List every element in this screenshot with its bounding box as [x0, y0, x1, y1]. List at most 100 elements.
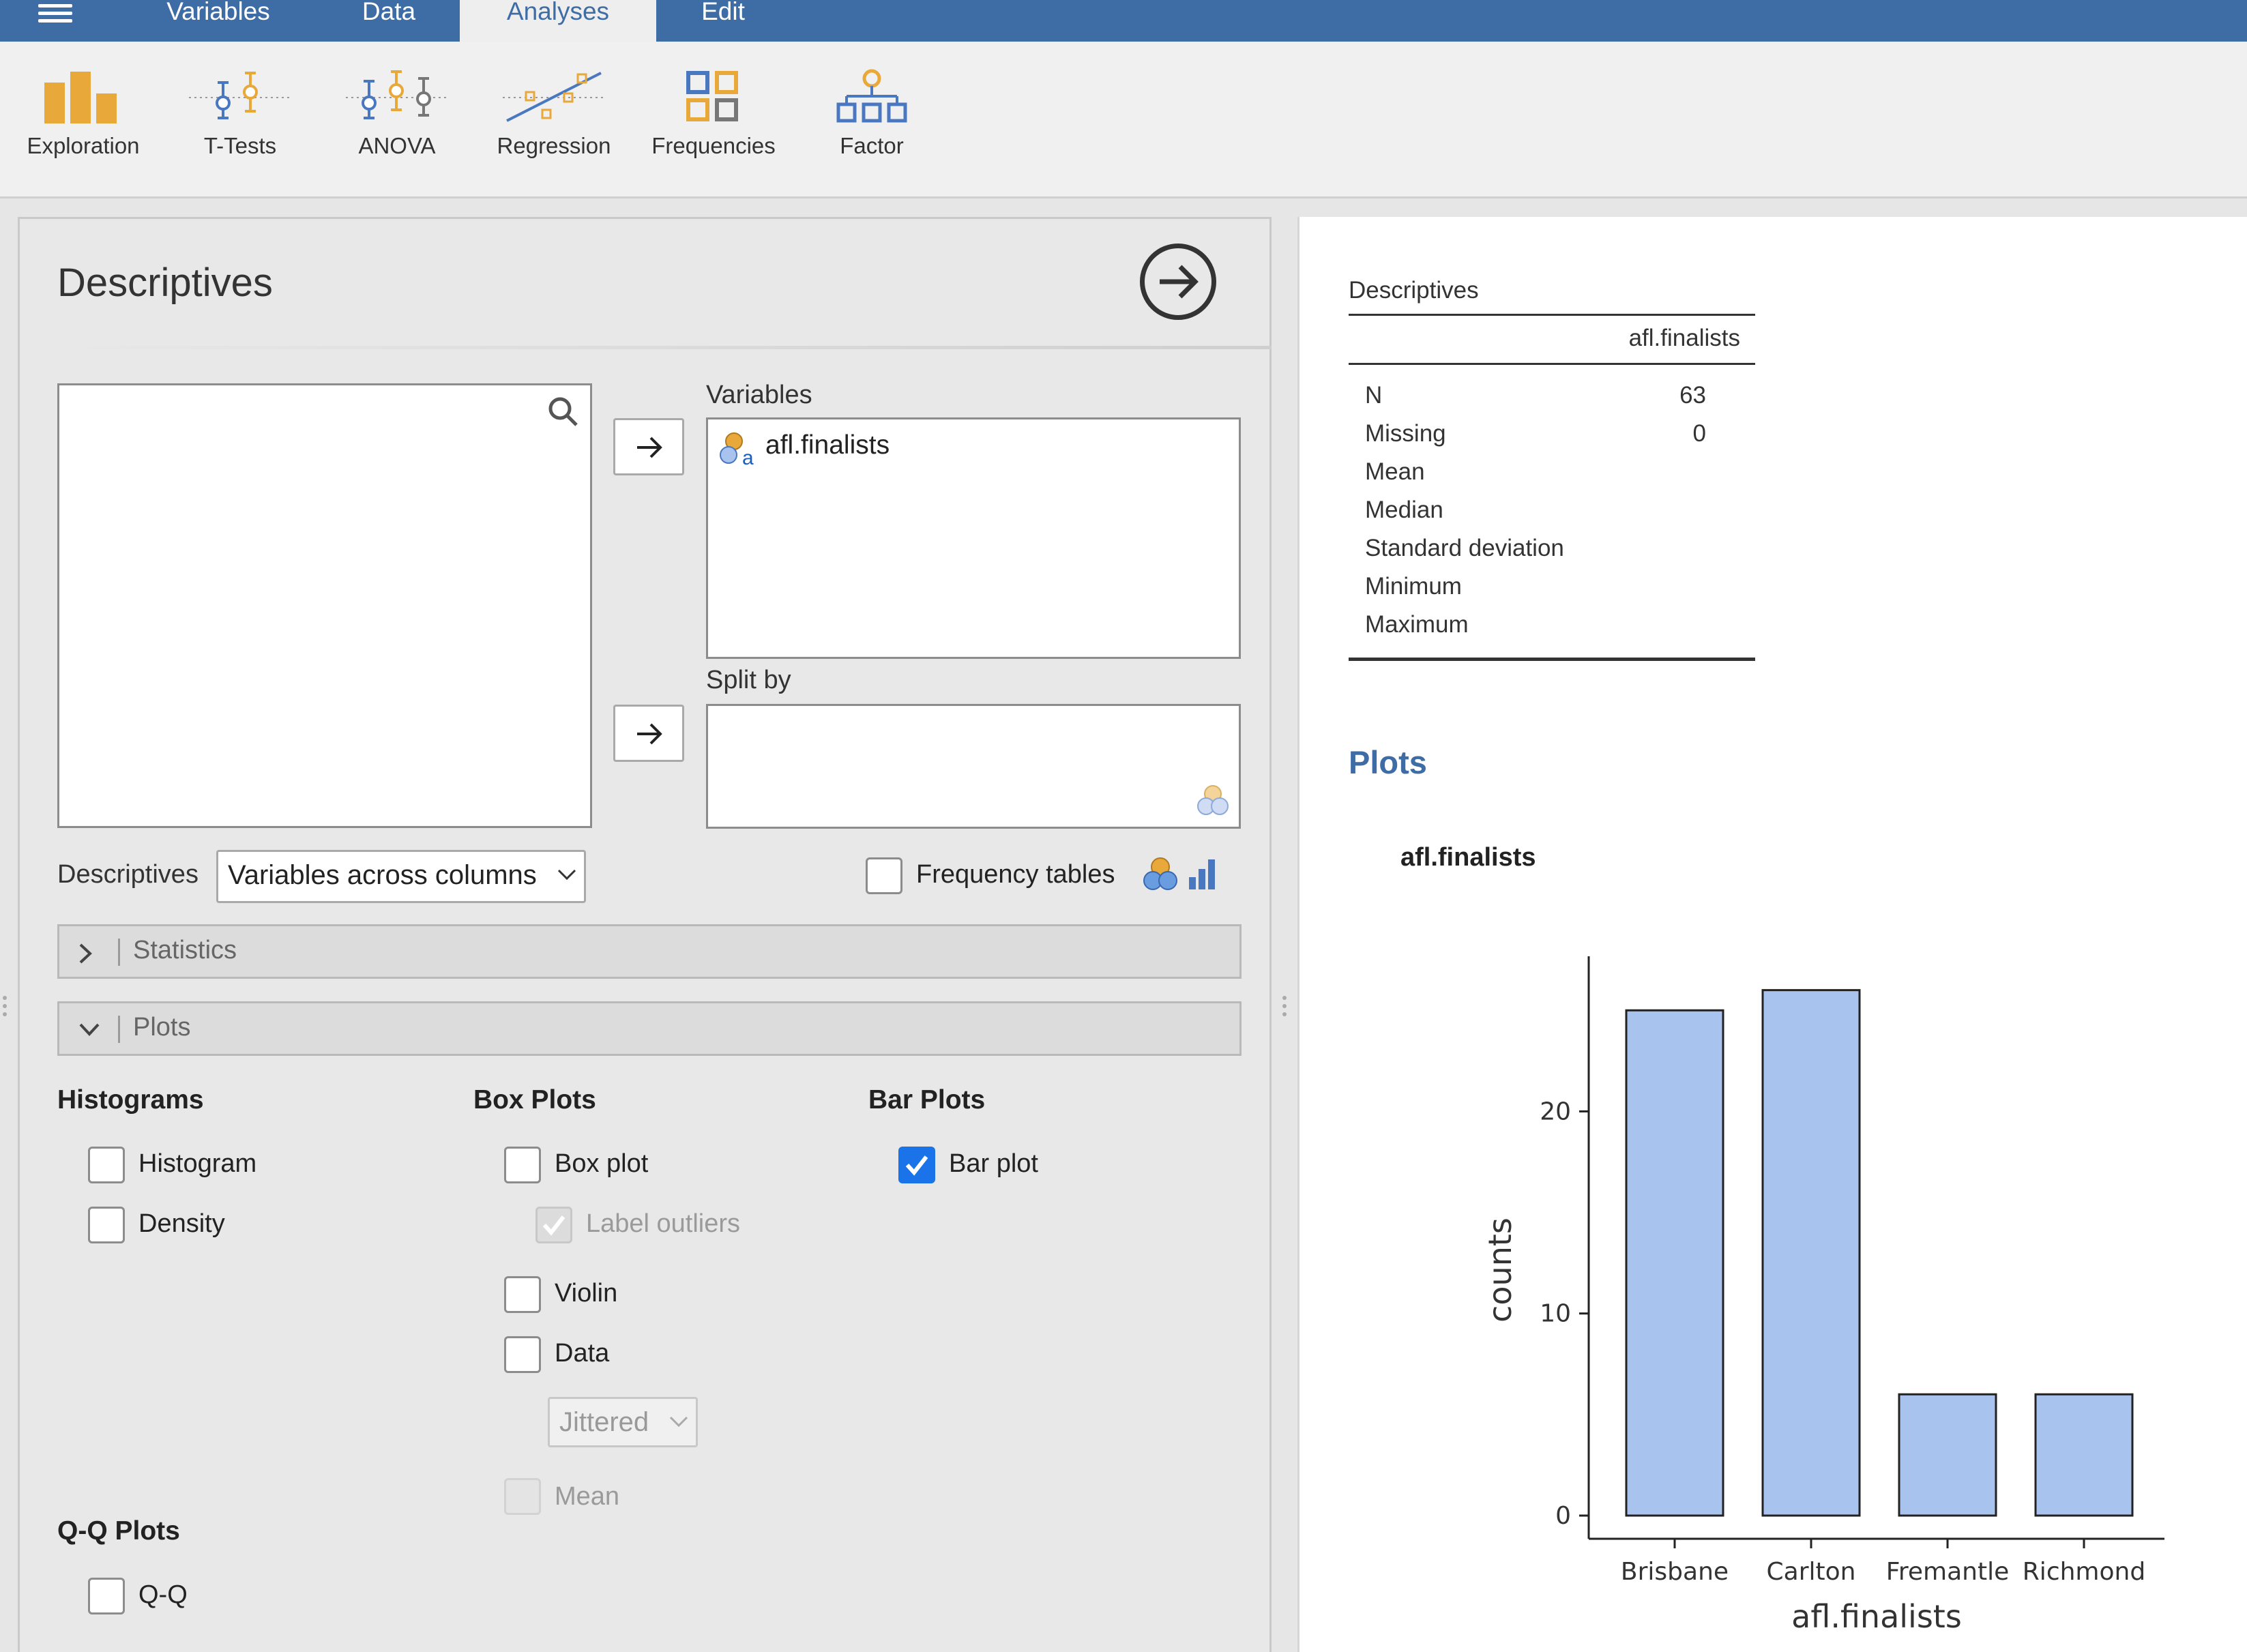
panel-title: Descriptives — [57, 261, 273, 305]
jitter-mode-value: Jittered — [559, 1407, 649, 1437]
regression-label: Regression — [497, 133, 611, 158]
exploration-bar-icon — [44, 72, 117, 123]
checkmark-icon — [542, 1215, 566, 1236]
regression-button[interactable]: Regression — [479, 69, 629, 185]
frequency-tables-checkbox[interactable] — [866, 857, 902, 894]
anova-button[interactable]: ANOVA — [322, 69, 472, 185]
descriptives-mode-value: Variables across columns — [228, 860, 537, 890]
chevron-down-icon — [557, 869, 576, 881]
panel-splitter-grip-dot — [1282, 1012, 1287, 1016]
descriptives-table-title: Descriptives — [1349, 277, 1479, 304]
factor-button[interactable]: Factor — [797, 69, 947, 185]
label-outliers-checkbox[interactable] — [535, 1207, 572, 1243]
frequencies-button[interactable]: Frequencies — [638, 69, 789, 185]
factor-label: Factor — [840, 133, 904, 158]
row-label-mean: Mean — [1365, 458, 1425, 485]
density-checkbox[interactable] — [88, 1207, 125, 1243]
chevron-down-icon — [669, 1416, 688, 1428]
bar — [1898, 1393, 1997, 1517]
move-to-splitby-button[interactable] — [613, 705, 684, 762]
plots-heading: Plots — [1349, 744, 1427, 780]
frequencies-label: Frequencies — [651, 133, 776, 158]
qq-checkbox[interactable] — [88, 1578, 125, 1614]
tab-analyses[interactable]: Analyses — [460, 0, 656, 42]
left-resize-grip-dot — [3, 1012, 7, 1016]
x-tick-label: Brisbane — [1621, 1558, 1729, 1586]
mean-label: Mean — [555, 1482, 620, 1511]
arrow-right-icon — [1160, 265, 1199, 299]
section-separator — [118, 1016, 120, 1043]
variables-target-list[interactable]: a afl.finalists — [706, 417, 1241, 659]
histogram-checkbox[interactable] — [88, 1147, 125, 1183]
jitter-mode-select[interactable]: Jittered — [548, 1397, 698, 1447]
ttests-label: T-Tests — [203, 133, 277, 158]
statistics-section-header[interactable]: Statistics — [57, 924, 1242, 979]
x-axis-label: afl.finalists — [1791, 1598, 1962, 1635]
top-nav-bar: Variables Data Analyses Edit — [0, 0, 2247, 42]
bar-plot-checkbox[interactable] — [898, 1147, 935, 1183]
hamburger-menu-icon[interactable] — [38, 0, 72, 27]
table-top-rule — [1349, 314, 1755, 316]
section-separator — [118, 939, 120, 966]
violin-checkbox[interactable] — [504, 1276, 541, 1313]
splitby-label: Split by — [706, 666, 791, 694]
table-column-header: afl.finalists — [1628, 325, 1740, 351]
plots-section-header[interactable]: Plots — [57, 1001, 1242, 1056]
row-label-maximum: Maximum — [1365, 611, 1469, 638]
data-checkbox[interactable] — [504, 1336, 541, 1373]
y-tick-label: 10 — [1540, 1300, 1571, 1328]
box-plots-heading: Box Plots — [473, 1085, 596, 1115]
search-icon[interactable] — [546, 395, 581, 429]
box-plot-label: Box plot — [555, 1149, 649, 1178]
regression-icon — [503, 72, 605, 122]
x-tick-label: Richmond — [2023, 1558, 2145, 1586]
tab-edit[interactable]: Edit — [655, 0, 791, 42]
left-resize-grip[interactable] — [3, 996, 7, 1000]
row-value-n: 63 — [1679, 382, 1706, 409]
box-plot-checkbox[interactable] — [504, 1147, 541, 1183]
panel-splitter-grip-dot — [1282, 1004, 1287, 1008]
violin-label: Violin — [555, 1279, 618, 1308]
row-label-n: N — [1365, 382, 1383, 409]
x-tick-label: Carlton — [1767, 1558, 1856, 1586]
results-panel: Descriptives afl.finalists N 63 Missing … — [1297, 217, 2247, 1652]
ttests-button[interactable]: T-Tests — [165, 69, 315, 185]
table-bottom-rule — [1349, 658, 1755, 661]
options-panel: Descriptives Variables a afl.finalists S… — [18, 217, 1272, 1652]
row-label-median: Median — [1365, 497, 1443, 523]
exploration-label: Exploration — [27, 133, 140, 158]
mean-checkbox[interactable] — [504, 1478, 541, 1515]
tab-data[interactable]: Data — [321, 0, 457, 42]
exploration-button[interactable]: Exploration — [8, 69, 158, 185]
title-divider — [57, 346, 1272, 349]
statistics-section-label: Statistics — [133, 936, 237, 964]
row-label-sd: Standard deviation — [1365, 535, 1564, 561]
tab-variables[interactable]: Variables — [143, 0, 293, 42]
y-tick-label: 20 — [1540, 1097, 1571, 1125]
bar — [1625, 1009, 1724, 1517]
left-resize-grip-dot — [3, 1004, 7, 1008]
qq-plots-heading: Q-Q Plots — [57, 1516, 180, 1546]
move-to-variables-button[interactable] — [613, 418, 684, 475]
bar-plot-label: Bar plot — [949, 1149, 1038, 1178]
row-label-minimum: Minimum — [1365, 573, 1462, 600]
qq-label: Q-Q — [138, 1580, 188, 1609]
row-label-missing: Missing — [1365, 420, 1446, 447]
descriptives-mode-label: Descriptives — [57, 860, 199, 889]
nominal-variable-hint-icon — [1197, 785, 1229, 815]
checkmark-icon — [905, 1155, 928, 1176]
arrow-right-icon — [637, 723, 662, 745]
bar — [1761, 989, 1861, 1517]
nominal-variable-icon — [1143, 857, 1177, 890]
descriptives-mode-select[interactable]: Variables across columns — [216, 850, 586, 903]
panel-splitter-grip[interactable] — [1282, 996, 1287, 1000]
bar — [2034, 1393, 2134, 1517]
frequencies-grid-icon — [686, 71, 738, 121]
y-axis-label: counts — [1482, 1218, 1518, 1323]
ordinal-bars-icon — [1189, 859, 1215, 889]
histograms-heading: Histograms — [57, 1085, 204, 1115]
splitby-target-list[interactable] — [706, 704, 1241, 829]
available-variables-list[interactable] — [57, 383, 592, 828]
bar-chart: 0 10 20 Brisbane Carlton Fremantle Richmond afl… — [1482, 956, 2164, 1635]
run-arrow-button[interactable] — [1140, 244, 1216, 320]
